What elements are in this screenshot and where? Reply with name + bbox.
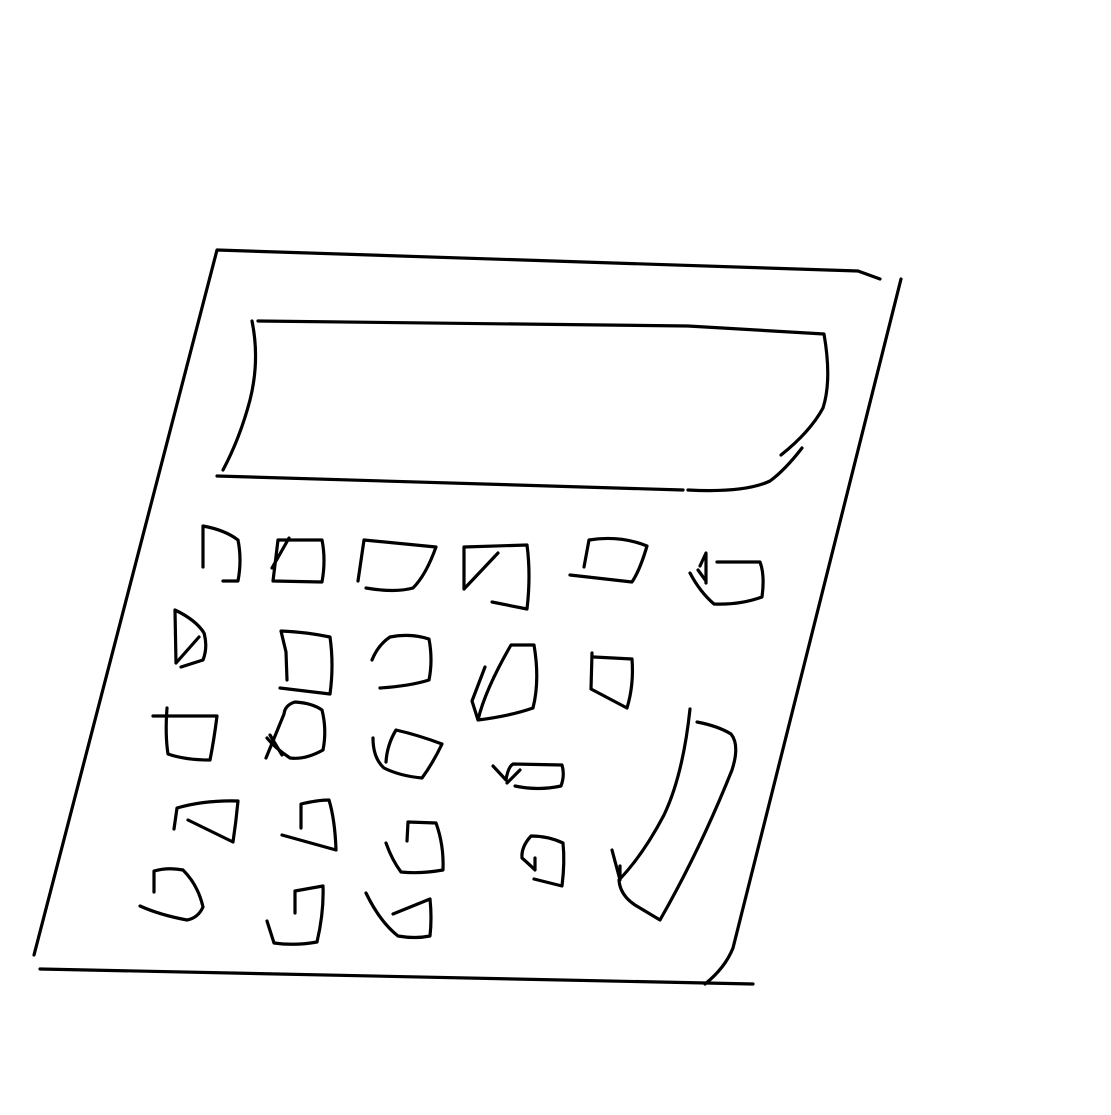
key-row5-2 (265, 884, 325, 946)
key-row5-3 (364, 891, 433, 940)
keypad (138, 524, 765, 946)
key-row2-4 (470, 643, 539, 722)
display-left-edge (221, 319, 258, 472)
display-bottom-right-corner (686, 446, 804, 493)
key-row4-3 (384, 820, 445, 875)
key-row1-6 (688, 551, 765, 606)
calculator-sketch-icon (32, 248, 903, 986)
calculator-body (32, 248, 903, 986)
key-row1-2 (270, 536, 326, 584)
display-screen (215, 319, 830, 493)
key-row3-3 (371, 728, 444, 780)
key-row2-1 (173, 608, 208, 669)
key-row2-3 (370, 633, 433, 690)
key-row2-5 (589, 651, 635, 710)
key-row2-2 (278, 629, 334, 696)
key-row3-1 (151, 706, 219, 762)
key-row4-1 (172, 799, 240, 844)
display-top-right-edge (256, 319, 830, 457)
key-row4-2 (280, 798, 338, 852)
key-row1-5 (568, 536, 649, 584)
key-equals-tall (610, 707, 738, 922)
display-bottom-edge (215, 474, 685, 492)
key-row1-1 (201, 524, 242, 583)
key-row1-4 (462, 543, 531, 611)
key-row1-3 (356, 538, 438, 593)
key-row3-4 (491, 762, 565, 791)
key-row5-1 (138, 867, 205, 922)
body-bottom-edge (38, 967, 755, 986)
body-left-top-edge (32, 248, 882, 957)
key-row4-4 (520, 834, 566, 888)
sketch-canvas (0, 0, 1111, 1111)
key-row3-2 (264, 700, 327, 760)
body-right-edge (703, 277, 903, 986)
